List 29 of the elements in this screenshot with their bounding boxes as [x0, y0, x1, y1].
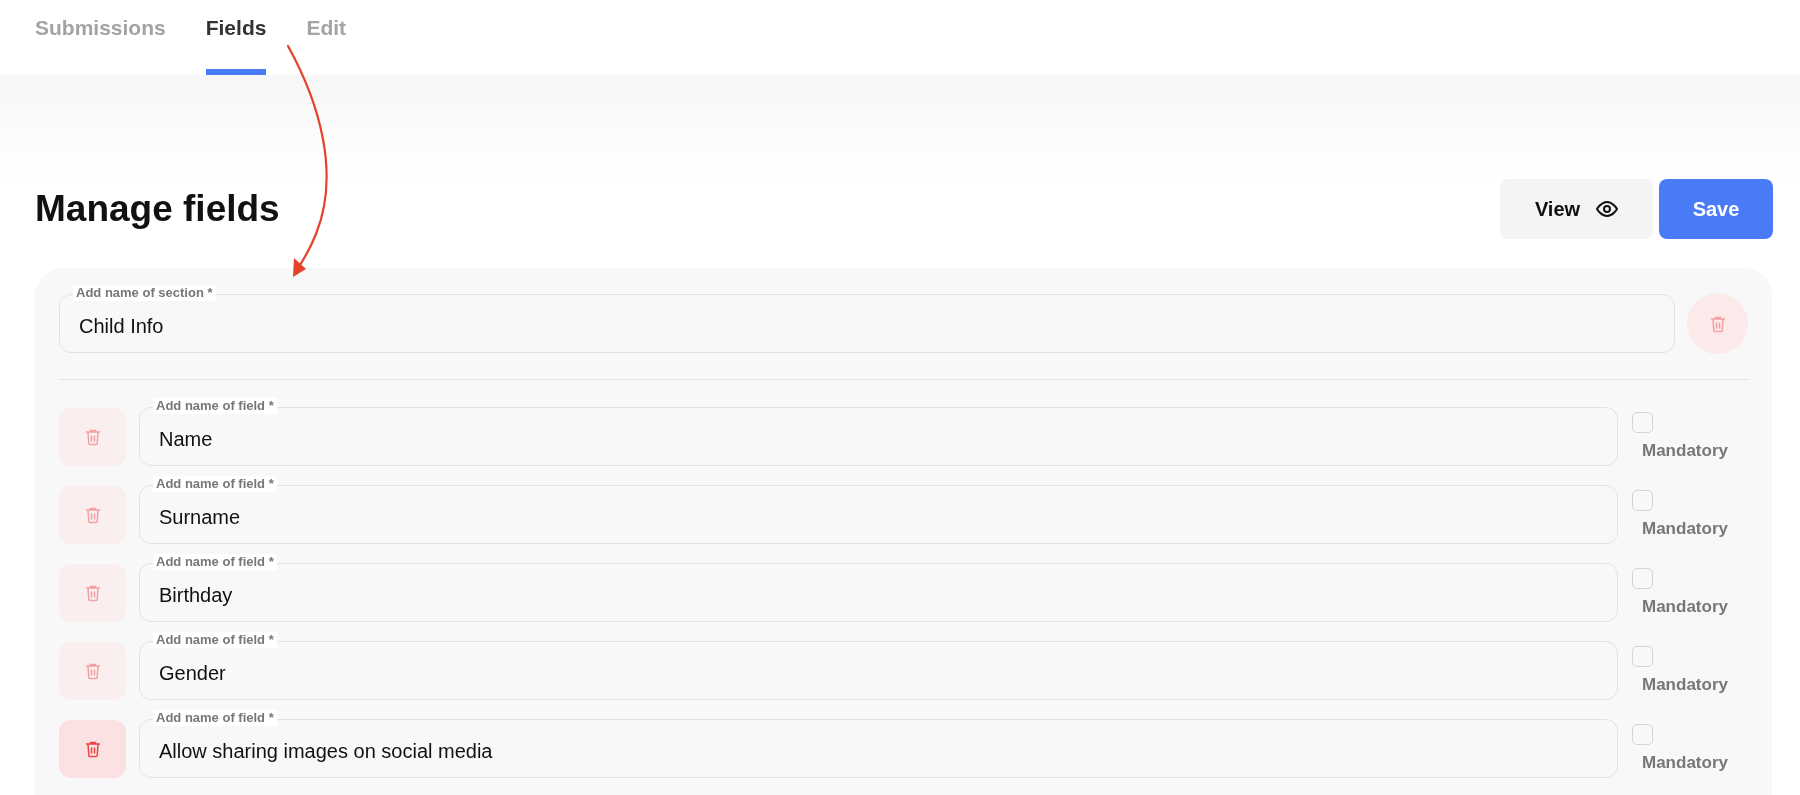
mandatory-label: Mandatory: [1642, 439, 1728, 462]
field-label: Add name of field *: [153, 710, 277, 726]
field-label: Add name of field *: [153, 398, 277, 414]
field-label: Add name of field *: [153, 632, 277, 648]
field-label: Add name of field *: [153, 476, 277, 492]
page-title: Manage fields: [35, 187, 280, 232]
field-value: Surname: [159, 504, 241, 530]
mandatory-label: Mandatory: [1642, 673, 1728, 696]
trash-icon: [84, 583, 101, 602]
trash-icon: [1709, 314, 1726, 333]
delete-field-button[interactable]: [59, 719, 126, 778]
field-value: Name: [159, 426, 213, 452]
field-label: Add name of field *: [153, 554, 277, 570]
field-label: Add name of section *: [73, 285, 216, 301]
field-value: Allow sharing images on social media: [159, 738, 493, 764]
mandatory-label: Mandatory: [1642, 595, 1728, 618]
mandatory-label: Mandatory: [1642, 751, 1728, 774]
trash-icon: [84, 661, 101, 680]
field-value: Child Info: [79, 313, 164, 339]
trash-icon: [84, 505, 101, 524]
eye-icon: [1596, 201, 1619, 217]
field-value: Birthday: [159, 582, 233, 608]
view-button[interactable]: View: [1500, 179, 1653, 239]
trash-icon: [84, 427, 101, 446]
trash-icon: [84, 739, 101, 758]
mandatory-checkbox[interactable]: [1632, 723, 1653, 745]
save-button[interactable]: Save: [1659, 179, 1773, 239]
mandatory-label: Mandatory: [1642, 517, 1728, 540]
field-value: Gender: [159, 660, 226, 686]
